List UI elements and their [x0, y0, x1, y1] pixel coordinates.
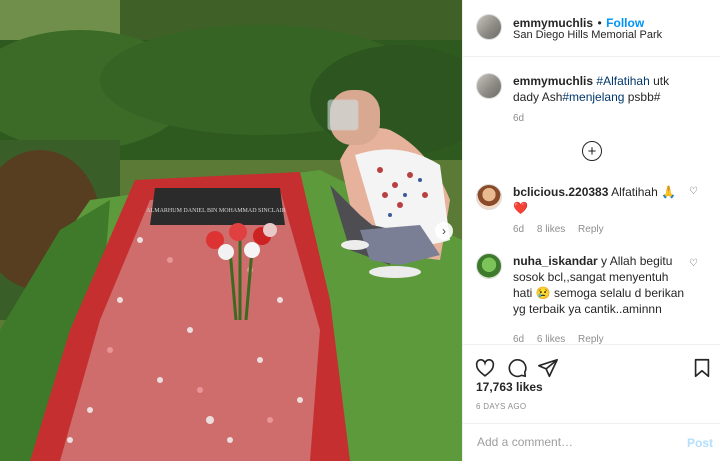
commenter-avatar-nuha[interactable] [476, 253, 502, 279]
dot-separator: • [597, 16, 602, 30]
comment-like-icon[interactable]: ♡ [689, 186, 698, 197]
caption-avatar[interactable] [476, 73, 502, 99]
commenter-username[interactable]: bclicious.220383 [513, 185, 608, 199]
bookmark-icon[interactable] [691, 357, 713, 379]
commenter-avatar-bclicious[interactable] [476, 184, 502, 210]
grave-photo-image: ALMARHUM DANIEL BIN MOHAMMAD SINCLAIR [0, 0, 462, 461]
post-header: emmymuchlis • Follow San Diego Hills Mem… [463, 0, 720, 57]
avatar[interactable] [476, 14, 502, 40]
caption-text-2: psbb# [624, 90, 661, 104]
paper-plane-icon[interactable] [537, 357, 559, 379]
chevron-right-icon: › [442, 224, 446, 238]
comment-input[interactable] [475, 434, 669, 450]
comment-item: bclicious.220383 Alfatihah 🙏 ❤️ [513, 184, 691, 216]
follow-button[interactable]: Follow [606, 16, 644, 30]
post-side-panel: emmymuchlis • Follow San Diego Hills Mem… [462, 0, 720, 461]
caption-username[interactable]: emmymuchlis [513, 74, 593, 88]
header-username[interactable]: emmymuchlis [513, 16, 593, 30]
commenter-username[interactable]: nuha_iskandar [513, 254, 598, 268]
plus-circle-icon: + [587, 142, 597, 160]
comment-icon[interactable] [506, 357, 528, 379]
hashtag-menjelang[interactable]: #menjelang [562, 90, 624, 104]
load-more-comments-button[interactable]: + [582, 141, 602, 161]
likes-count[interactable]: 17,763 likes [476, 380, 543, 394]
post-photo[interactable]: ALMARHUM DANIEL BIN MOHAMMAD SINCLAIR › [0, 0, 462, 461]
comment-age[interactable]: 6d [513, 224, 524, 235]
caption-meta: 6d [513, 113, 534, 124]
location-link[interactable]: San Diego Hills Memorial Park [513, 29, 662, 41]
add-comment-bar: Post [463, 423, 720, 462]
caption-age[interactable]: 6d [513, 113, 524, 124]
comment-meta: 6d 8 likes Reply [513, 224, 614, 235]
hashtag-alfatihah[interactable]: #Alfatihah [596, 74, 649, 88]
post-timestamp[interactable]: 6 DAYS AGO [476, 402, 526, 411]
caption: emmymuchlis #Alfatihah utk dady Ash#menj… [513, 73, 691, 105]
comment-likes[interactable]: 8 likes [537, 224, 565, 235]
heart-icon[interactable] [474, 357, 496, 379]
post-comment-button[interactable]: Post [687, 436, 713, 450]
reply-button[interactable]: Reply [578, 224, 604, 235]
carousel-next-button[interactable]: › [435, 222, 453, 240]
comment-like-icon[interactable]: ♡ [689, 258, 698, 269]
headstone-text: ALMARHUM DANIEL BIN MOHAMMAD SINCLAIR [146, 208, 285, 214]
comment-item: nuha_iskandar y Allah begitu sosok bcl,,… [513, 253, 691, 317]
